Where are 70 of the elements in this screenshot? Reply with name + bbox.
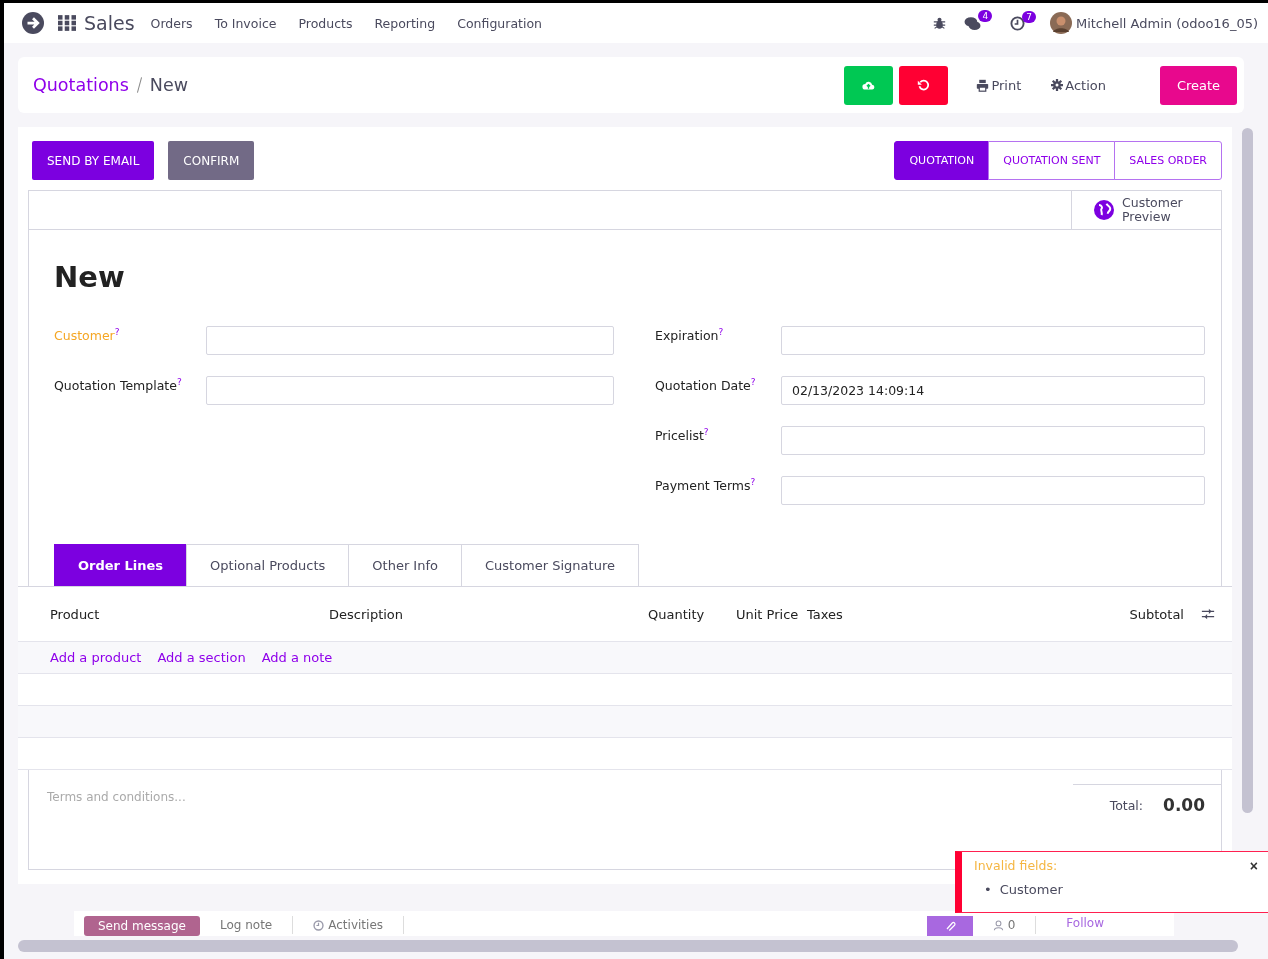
count-badge: 7: [1022, 10, 1036, 23]
column-header[interactable]: Quantity: [648, 606, 736, 622]
menu-item[interactable]: Configuration: [457, 15, 542, 31]
horizontal-scrollbar[interactable]: [18, 940, 1238, 952]
app-name[interactable]: Sales: [84, 12, 135, 34]
count-badge: 4: [978, 9, 993, 22]
print-link[interactable]: Print: [976, 77, 1022, 93]
save-button[interactable]: [844, 65, 894, 105]
column-header[interactable]: Unit Price: [736, 606, 807, 622]
input-field[interactable]: [781, 476, 1205, 505]
arrow-circle-icon[interactable]: [22, 12, 44, 34]
menu-item[interactable]: Orders: [150, 15, 193, 31]
input-field[interactable]: [781, 326, 1205, 355]
total-value: 0.00: [1163, 795, 1205, 815]
bug-icon[interactable]: [933, 16, 947, 30]
tab[interactable]: Order Lines: [54, 544, 188, 586]
followers-button[interactable]: 0: [972, 916, 1037, 934]
input-field[interactable]: [206, 326, 614, 355]
gear-icon[interactable]: [1051, 79, 1064, 91]
user-name[interactable]: Mitchell Admin (odoo16_05): [1075, 15, 1258, 31]
vertical-scrollbar[interactable]: [1242, 128, 1253, 813]
activities-button[interactable]: Activities: [293, 916, 404, 934]
menu-item[interactable]: To Invoice: [214, 15, 277, 31]
log-note-button[interactable]: Log note: [199, 916, 294, 934]
close-button[interactable]: ×: [1247, 859, 1260, 874]
add-link[interactable]: Add a product: [50, 650, 142, 665]
bullet-mark: •: [984, 882, 992, 900]
status-step[interactable]: QUOTATION: [894, 141, 990, 180]
discard-button[interactable]: [899, 65, 949, 105]
menu-item[interactable]: Products: [298, 15, 353, 31]
field-label: Payment Terms$^{?}$: [655, 476, 757, 495]
add-link[interactable]: Add a note: [261, 650, 333, 665]
breadcrumb-current: New: [149, 75, 188, 95]
status-step[interactable]: QUOTATION SENT: [988, 141, 1116, 180]
clock-icon[interactable]: [1010, 15, 1026, 31]
avatar[interactable]: [1049, 12, 1072, 34]
invalid-field-item: Customer: [999, 882, 1063, 900]
confirm-button[interactable]: CONFIRM: [168, 141, 255, 180]
breadcrumb-link[interactable]: Quotations: [33, 75, 129, 95]
tab[interactable]: Customer Signature: [460, 544, 639, 586]
printer-icon[interactable]: [976, 78, 990, 92]
action-link[interactable]: Action: [1051, 77, 1106, 93]
field-label: Quotation Date$^{?}$: [655, 376, 757, 395]
column-header[interactable]: Subtotal: [1129, 606, 1184, 622]
chat-icon[interactable]: [964, 14, 982, 32]
field-label: Customer$^{?}$: [54, 326, 121, 345]
column-header[interactable]: Taxes: [807, 606, 1130, 622]
field-label: Expiration$^{?}$: [655, 326, 725, 345]
status-step[interactable]: SALES ORDER: [1114, 141, 1222, 180]
record-title: New: [54, 260, 126, 294]
attachment-button[interactable]: [926, 916, 973, 936]
follow-link[interactable]: Follow: [1066, 916, 1104, 931]
column-header[interactable]: Product: [50, 606, 329, 622]
input-field[interactable]: 02/13/2023 14:09:14: [781, 376, 1205, 405]
input-field[interactable]: [206, 376, 614, 405]
person-icon[interactable]: [992, 919, 1004, 931]
send-email-button[interactable]: SEND BY EMAIL: [32, 141, 155, 180]
column-header[interactable]: Description: [329, 606, 648, 622]
field-label: Quotation Template$^{?}$: [54, 376, 183, 395]
add-link[interactable]: Add a section: [157, 650, 246, 665]
sliders-icon[interactable]: [1201, 607, 1215, 621]
field-label: Pricelist$^{?}$: [655, 426, 710, 445]
apps-grid-icon[interactable]: [58, 14, 76, 32]
total-label: Total:: [1109, 797, 1144, 813]
tab[interactable]: Optional Products: [186, 544, 350, 586]
menu-item[interactable]: Reporting: [374, 15, 436, 31]
send-message-button[interactable]: Send message: [84, 916, 200, 936]
input-field[interactable]: [781, 426, 1205, 455]
undo-icon[interactable]: [917, 78, 931, 92]
create-button[interactable]: Create: [1160, 65, 1237, 105]
